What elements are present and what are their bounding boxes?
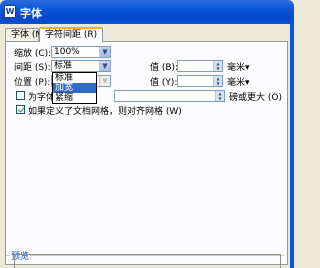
kerning-label: 为字体 xyxy=(28,93,56,103)
arrow-down-icon[interactable]: ▼ xyxy=(213,81,222,86)
kerning-size-spinner[interactable]: ▲ ▼ xyxy=(114,90,225,102)
spacing-dropdown-list: 标准 加宽 紧缩 xyxy=(52,72,97,104)
spacing-unit[interactable]: 毫米▾ xyxy=(227,60,250,73)
window-title: 字体 xyxy=(20,7,42,20)
chevron-down-icon[interactable]: ▼ xyxy=(99,76,110,86)
scale-value: 100% xyxy=(54,47,80,57)
spacing-label: 间距 (S): xyxy=(14,63,51,73)
spinner-buttons[interactable]: ▲ ▼ xyxy=(213,76,222,86)
dropdown-option-highlighted[interactable]: 加宽 xyxy=(53,83,96,93)
spacing-amount-spinner[interactable]: ▲ ▼ xyxy=(177,60,223,72)
arrow-down-icon[interactable]: ▼ xyxy=(215,96,224,101)
preview-box xyxy=(14,254,281,268)
dropdown-option[interactable]: 标准 xyxy=(53,73,96,83)
position-unit[interactable]: 毫米▾ xyxy=(227,75,250,88)
spacing-select[interactable]: 标准 ▼ xyxy=(51,60,111,72)
app-icon: W xyxy=(4,5,16,18)
position-value-label: 值 (Y): xyxy=(150,78,178,88)
dialog-body: 字体 (N) 字符间距 (R) 缩放 (C): 100% ▼ 间距 (S): 标… xyxy=(0,24,294,268)
tab-character-spacing[interactable]: 字符间距 (R) xyxy=(39,27,103,42)
tab-panel: 缩放 (C): 100% ▼ 间距 (S): 标准 ▼ 值 (B): ▲ ▼ 毫米… xyxy=(5,41,288,265)
scale-select[interactable]: 100% ▼ xyxy=(51,46,111,58)
window-right-border xyxy=(290,24,294,268)
chevron-down-icon[interactable]: ▼ xyxy=(99,47,110,57)
kerning-checkbox[interactable] xyxy=(16,91,25,100)
spacing-value: 标准 xyxy=(54,61,73,71)
position-label: 位置 (P): xyxy=(14,78,51,88)
spacing-value-label: 值 (B): xyxy=(150,63,179,73)
kerning-suffix: 磅或更大 (O) xyxy=(229,93,282,103)
spinner-buttons[interactable]: ▲ ▼ xyxy=(213,61,222,71)
scale-label: 缩放 (C): xyxy=(14,49,52,59)
position-amount-spinner[interactable]: ▲ ▼ xyxy=(177,75,223,87)
spinner-buttons[interactable]: ▲ ▼ xyxy=(215,91,224,101)
tab-font[interactable]: 字体 (N) xyxy=(5,28,46,41)
dropdown-option[interactable]: 紧缩 xyxy=(53,93,96,103)
chevron-down-icon[interactable]: ▼ xyxy=(99,61,110,71)
title-bar[interactable]: W 字体 xyxy=(0,0,294,24)
arrow-down-icon[interactable]: ▼ xyxy=(213,66,222,71)
snap-grid-checkbox[interactable] xyxy=(16,105,25,114)
snap-grid-label: 如果定义了文档网格，则对齐网格 (W) xyxy=(28,107,182,117)
